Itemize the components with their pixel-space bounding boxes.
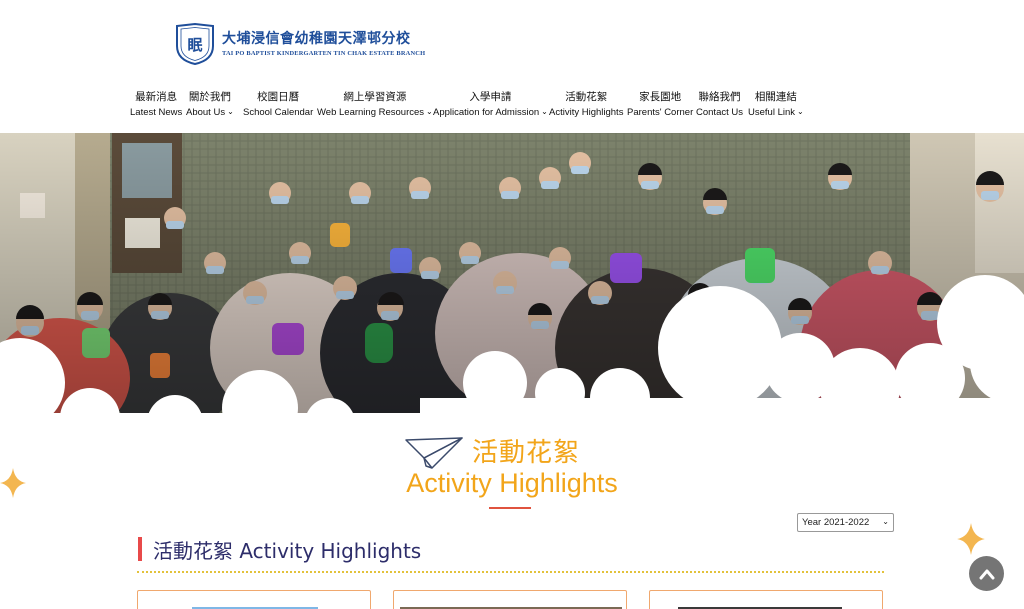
nav-label-en: Activity Highlights (549, 107, 624, 118)
nav-school-calendar[interactable]: 校園日曆 School Calendar (243, 90, 313, 120)
back-to-top-button[interactable] (969, 556, 1004, 591)
nav-label-zh: 活動花絮 (565, 91, 608, 103)
nav-label-zh: 關於我們 (188, 91, 231, 103)
nav-activity-highlights[interactable]: 活動花絮 Activity Highlights (549, 90, 623, 120)
sparkle-icon (957, 523, 985, 555)
nav-about-us[interactable]: 關於我們 About Us ⌄ (186, 90, 234, 120)
nav-label-en: Useful Link (748, 107, 795, 118)
nav-label-zh: 入學申請 (469, 91, 512, 103)
nav-label-zh: 最新消息 (135, 91, 178, 103)
nav-label-en: School Calendar (243, 107, 314, 118)
school-badge-glyph: 眠 (187, 36, 202, 54)
chevron-up-icon (979, 569, 994, 579)
section-title-en: Activity Highlights (406, 468, 618, 498)
nav-useful-link[interactable]: 相關連結 Useful Link ⌄ (748, 90, 804, 120)
site-header: 眠 大埔浸信會幼稚園天澤邨分校 TAI PO BAPTIST KINDERGAR… (0, 0, 1024, 133)
nav-label-zh: 相關連結 (754, 91, 797, 103)
album-thumbnail (400, 607, 622, 609)
chevron-down-icon: ⌄ (426, 107, 433, 116)
school-name-en: TAI PO BAPTIST KINDERGARTEN TIN CHAK EST… (222, 50, 426, 57)
album-card[interactable] (137, 590, 371, 609)
nav-label-zh: 校園日曆 (257, 91, 300, 103)
nav-web-learning-resources[interactable]: 網上學習資源 Web Learning Resources ⌄ (317, 90, 433, 120)
chevron-down-icon: ⌄ (797, 107, 804, 116)
section-title-underline (489, 507, 531, 509)
subsection-accent-bar (138, 537, 142, 561)
chevron-down-icon: ⌄ (882, 517, 889, 526)
year-select-value: Year 2021-2022 (802, 517, 870, 528)
school-name-zh: 大埔浸信會幼稚園天澤邨分校 (222, 31, 411, 47)
album-thumbnail (678, 607, 842, 609)
school-name: 大埔浸信會幼稚園天澤邨分校 TAI PO BAPTIST KINDERGARTE… (222, 31, 425, 57)
year-select[interactable]: Year 2021-2022 ⌄ (797, 513, 894, 532)
dotted-divider (137, 571, 884, 573)
nav-latest-news[interactable]: 最新消息 Latest News (130, 90, 182, 120)
hero-photo-illustration (0, 133, 1024, 433)
nav-parents-corner[interactable]: 家長園地 Parents' Corner (627, 90, 693, 120)
school-logo[interactable]: 眠 大埔浸信會幼稚園天澤邨分校 TAI PO BAPTIST KINDERGAR… (174, 22, 425, 66)
sparkle-icon (0, 468, 26, 498)
nav-application-for-admission[interactable]: 入學申請 Application for Admission ⌄ (433, 90, 548, 120)
nav-label-zh: 家長園地 (639, 91, 682, 103)
nav-label-en: Web Learning Resources (317, 107, 425, 118)
nav-label-en: Parents' Corner (627, 107, 694, 118)
album-thumbnail (192, 607, 318, 609)
nav-label-zh: 聯絡我們 (698, 91, 741, 103)
nav-label-zh: 網上學習資源 (343, 91, 407, 103)
chevron-down-icon: ⌄ (541, 107, 548, 116)
subsection-title: 活動花絮 Activity Highlights (153, 539, 422, 563)
album-card[interactable] (649, 590, 883, 609)
section-title-zh: 活動花絮 (472, 438, 581, 468)
nav-label-en: Latest News (130, 107, 183, 118)
nav-label-en: Contact Us (696, 107, 743, 118)
nav-label-en: Application for Admission (433, 107, 540, 118)
chevron-down-icon: ⌄ (227, 107, 234, 116)
paper-plane-icon (405, 437, 463, 469)
nav-contact-us[interactable]: 聯絡我們 Contact Us (696, 90, 743, 120)
nav-label-en: About Us (186, 107, 226, 118)
album-card[interactable] (393, 590, 627, 609)
hero-group-photo (0, 133, 1024, 433)
main-nav: 最新消息 Latest News 關於我們 About Us ⌄ 校園日曆 Sch… (0, 90, 1024, 122)
school-badge-icon: 眠 (176, 22, 214, 66)
